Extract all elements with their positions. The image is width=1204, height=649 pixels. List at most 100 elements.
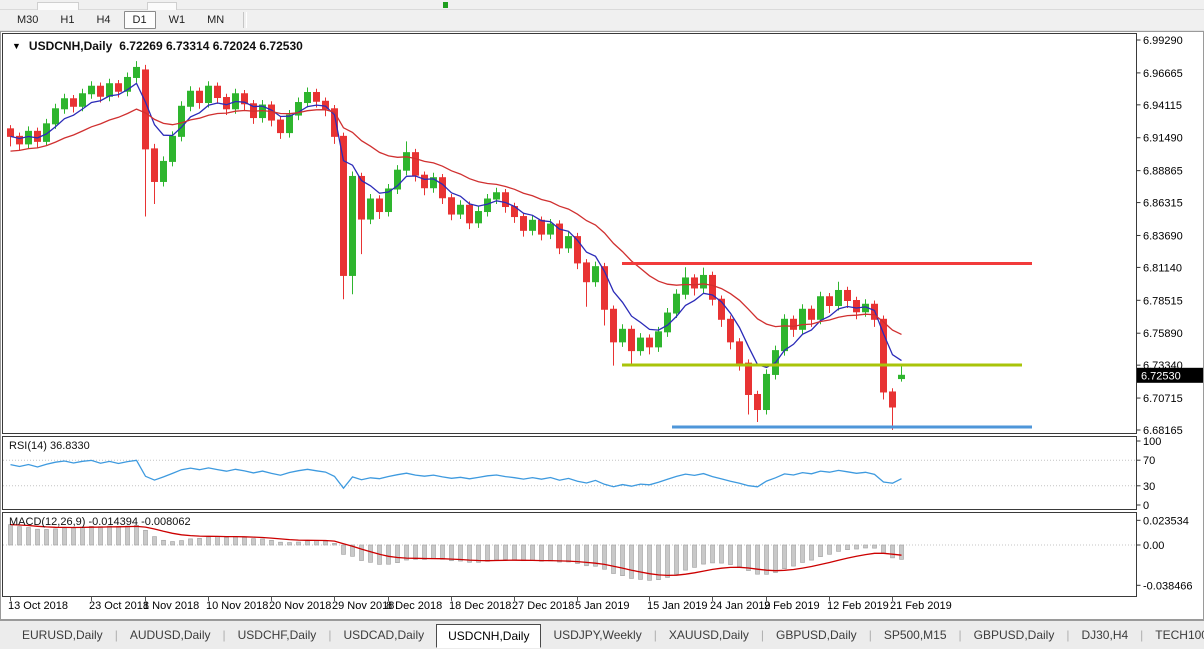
candle-body — [647, 338, 653, 347]
tab-tech100[interactable]: TECH100 — [1143, 623, 1204, 647]
tab-dj30-h4[interactable]: DJ30,H4 — [1069, 623, 1140, 647]
macd-bar — [180, 541, 184, 545]
macd-bar — [576, 545, 580, 564]
macd-bar — [333, 543, 337, 545]
macd-bar — [882, 545, 886, 553]
current-price-value: 6.72530 — [1141, 370, 1181, 382]
candle-body — [845, 290, 851, 300]
macd-bar — [558, 545, 562, 562]
rsi-axis-label: 0 — [1143, 500, 1149, 512]
candle-body — [413, 153, 419, 176]
candle-body — [350, 176, 356, 275]
macd-bar — [243, 537, 247, 545]
candle-body — [116, 84, 122, 92]
macd-bar — [630, 545, 634, 578]
macd-bar — [855, 545, 859, 549]
macd-bar — [324, 541, 328, 545]
candle-body — [206, 86, 212, 102]
tab-usdjpy-weekly[interactable]: USDJPY,Weekly — [541, 623, 653, 647]
tab-audusd-daily[interactable]: AUDUSD,Daily — [118, 623, 223, 647]
date-axis-label: 20 Nov 2018 — [269, 600, 331, 612]
tab-usdcnh-daily[interactable]: USDCNH,Daily — [436, 624, 541, 648]
tab-gbpusd-daily[interactable]: GBPUSD,Daily — [764, 623, 869, 647]
clipped-toolbar-button — [37, 2, 79, 10]
candle-body — [611, 309, 617, 342]
candle-body — [827, 297, 833, 306]
macd-bar — [792, 545, 796, 566]
candle-body — [701, 275, 707, 288]
date-axis-label: 13 Oct 2018 — [8, 600, 68, 612]
candle-body — [602, 267, 608, 310]
macd-bar — [603, 545, 607, 569]
macd-bar — [495, 545, 499, 560]
macd-bar — [441, 545, 445, 559]
timeframe-m30-button[interactable]: M30 — [8, 11, 47, 29]
date-axis-label: 18 Dec 2018 — [449, 600, 511, 612]
macd-bar — [234, 537, 238, 545]
candle-body — [98, 86, 104, 96]
timeframe-d1-button[interactable]: D1 — [124, 11, 156, 29]
tab-usdchf-daily[interactable]: USDCHF,Daily — [226, 623, 329, 647]
chart-ohlc-values: 6.72269 6.73314 6.72024 6.72530 — [119, 39, 303, 53]
candle-body — [152, 149, 158, 182]
timeframe-h4-button[interactable]: H4 — [87, 11, 119, 29]
tab-sp500-m15[interactable]: SP500,M15 — [872, 623, 959, 647]
macd-bar — [774, 545, 778, 573]
macd-bar — [513, 545, 517, 560]
tab-gbpusd-daily[interactable]: GBPUSD,Daily — [962, 623, 1067, 647]
candle-body — [170, 136, 176, 161]
candle-body — [764, 374, 770, 409]
macd-bar — [477, 545, 481, 562]
macd-bar — [225, 537, 229, 545]
candle-body — [881, 319, 887, 392]
candle-body — [440, 178, 446, 198]
candle-body — [890, 392, 896, 407]
price-axis-label: 6.78515 — [1143, 295, 1183, 307]
toolbar-separator — [243, 12, 247, 28]
candle-body — [494, 193, 500, 199]
candle-body — [278, 120, 284, 133]
candle-body — [620, 329, 626, 342]
timeframe-toolbar: M30H1H4 D1W1MN — [0, 10, 1204, 31]
candle-body — [476, 212, 482, 223]
date-axis-label: 27 Dec 2018 — [512, 600, 574, 612]
macd-bar — [108, 526, 112, 545]
chart-canvas[interactable]: 6.992906.966656.941156.914906.888656.863… — [0, 31, 1204, 620]
price-axis-label: 6.94115 — [1143, 100, 1182, 112]
macd-bar — [369, 545, 373, 562]
macd-bar — [360, 545, 364, 561]
macd-bar — [891, 545, 895, 558]
main-chart-frame — [3, 34, 1137, 434]
candle-body — [593, 267, 599, 282]
timeframe-mn-button[interactable]: MN — [198, 11, 233, 29]
date-axis-label: 15 Jan 2019 — [647, 600, 708, 612]
macd-bar — [99, 527, 103, 545]
candle-body — [197, 91, 203, 102]
macd-bar — [810, 545, 814, 560]
chart-dropdown-icon[interactable]: ▼ — [12, 41, 21, 51]
tab-xauusd-daily[interactable]: XAUUSD,Daily — [657, 623, 761, 647]
candle-body — [62, 99, 68, 109]
macd-bar — [873, 545, 877, 548]
macd-bar — [612, 545, 616, 574]
macd-bar — [342, 545, 346, 554]
timeframe-w1-button[interactable]: W1 — [160, 11, 195, 29]
candle-body — [503, 193, 509, 207]
macd-bar — [828, 545, 832, 554]
candle-body — [368, 199, 374, 219]
macd-bar — [900, 545, 904, 559]
candle-body — [179, 106, 185, 136]
tab-eurusd-daily[interactable]: EURUSD,Daily — [10, 623, 115, 647]
candle-body — [746, 363, 752, 394]
macd-bar — [153, 537, 157, 545]
timeframe-h1-button[interactable]: H1 — [51, 11, 83, 29]
macd-axis-label: 0.023534 — [1143, 515, 1189, 527]
macd-bar — [459, 545, 463, 561]
tab-usdcad-daily[interactable]: USDCAD,Daily — [331, 623, 436, 647]
macd-bar — [621, 545, 625, 576]
macd-axis-label: -0.038466 — [1143, 580, 1193, 592]
macd-bar — [189, 539, 193, 545]
clipped-toolbar-button — [147, 2, 177, 10]
macd-bar — [90, 526, 94, 545]
macd-bar — [198, 538, 202, 545]
